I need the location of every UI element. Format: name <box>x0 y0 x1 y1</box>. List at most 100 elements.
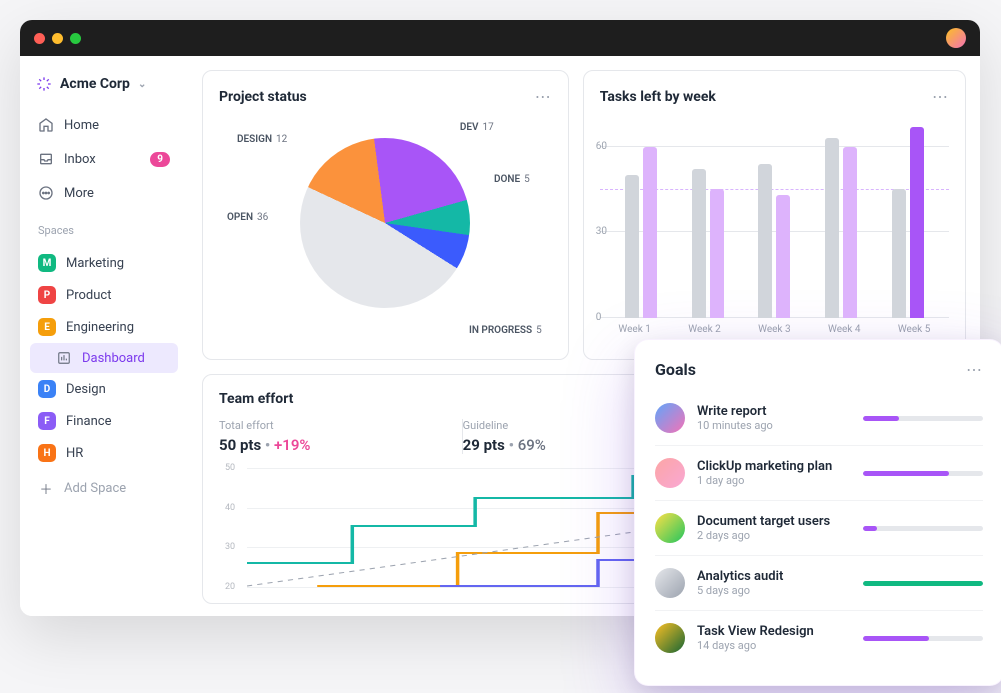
bar <box>843 147 857 318</box>
section-label: Spaces <box>30 212 178 243</box>
card-title: Goals <box>655 360 696 379</box>
sidebar-space-finance[interactable]: F Finance <box>30 405 178 437</box>
goal-meta: 10 minutes ago <box>697 419 851 432</box>
nav-inbox[interactable]: Inbox 9 <box>30 144 178 174</box>
nav-label: Home <box>64 118 99 133</box>
space-icon: M <box>38 254 56 272</box>
space-icon: E <box>38 318 56 336</box>
stat-value: 50 pts • +19% <box>219 436 446 454</box>
project-status-card: Project status ⋯ DESIGN12 DEV17 DONE5 IN… <box>202 70 569 360</box>
space-icon: H <box>38 444 56 462</box>
goal-name: ClickUp marketing plan <box>697 459 851 474</box>
sidebar-space-hr[interactable]: H HR <box>30 437 178 469</box>
space-label: HR <box>66 446 83 461</box>
org-name: Acme Corp <box>60 76 130 92</box>
goal-meta: 2 days ago <box>697 529 851 542</box>
space-icon: F <box>38 412 56 430</box>
avatar <box>655 403 685 433</box>
goal-item[interactable]: Analytics audit5 days ago <box>655 556 983 611</box>
space-label: Design <box>66 382 106 397</box>
goal-meta: 14 days ago <box>697 639 851 652</box>
maximize-dot[interactable] <box>70 33 81 44</box>
home-icon <box>38 117 54 133</box>
chevron-down-icon: ⌄ <box>138 79 146 90</box>
week-label: Week 3 <box>739 324 809 335</box>
progress-bar <box>863 471 983 476</box>
week-label: Week 2 <box>670 324 740 335</box>
space-label: Product <box>66 288 111 303</box>
nav-more[interactable]: More <box>30 178 178 208</box>
goal-name: Write report <box>697 404 851 419</box>
avatar[interactable] <box>946 28 966 48</box>
stat-label: Total effort <box>219 419 446 432</box>
sidebar-space-marketing[interactable]: M Marketing <box>30 247 178 279</box>
bar-group <box>608 118 675 318</box>
avatar <box>655 513 685 543</box>
sidebar-space-product[interactable]: P Product <box>30 279 178 311</box>
sidebar-dashboard[interactable]: Dashboard <box>30 343 178 373</box>
space-label: Finance <box>66 414 111 429</box>
goal-item[interactable]: Document target users2 days ago <box>655 501 983 556</box>
add-space-label: Add Space <box>64 481 126 496</box>
goal-item[interactable]: Write report10 minutes ago <box>655 391 983 446</box>
bar <box>758 164 772 318</box>
bar <box>692 169 706 318</box>
window-controls <box>34 33 81 44</box>
close-dot[interactable] <box>34 33 45 44</box>
bar-group <box>741 118 808 318</box>
goal-item[interactable]: Task View Redesign14 days ago <box>655 611 983 665</box>
pie-chart: DESIGN12 DEV17 DONE5 IN PROGRESS5 OPEN36 <box>219 118 552 338</box>
progress-bar <box>863 581 983 586</box>
bar <box>643 147 657 318</box>
card-menu[interactable]: ⋯ <box>966 360 983 379</box>
sidebar-space-engineering[interactable]: E Engineering <box>30 311 178 343</box>
nav-label: More <box>64 186 94 201</box>
bar-group <box>674 118 741 318</box>
goal-meta: 1 day ago <box>697 474 851 487</box>
week-label: Week 4 <box>809 324 879 335</box>
nav-label: Inbox <box>64 152 96 167</box>
bar-group <box>808 118 875 318</box>
plus-icon: ＋ <box>38 480 54 496</box>
bar <box>625 175 639 318</box>
week-label: Week 1 <box>600 324 670 335</box>
bar-group <box>874 118 941 318</box>
space-icon: D <box>38 380 56 398</box>
dashboard-icon <box>56 350 72 366</box>
sidebar-space-design[interactable]: D Design <box>30 373 178 405</box>
tasks-left-card: Tasks left by week ⋯ 60 30 0 Week 1Week … <box>583 70 966 360</box>
space-label: Marketing <box>66 256 124 271</box>
week-label: Week 5 <box>879 324 949 335</box>
minimize-dot[interactable] <box>52 33 63 44</box>
bar <box>910 127 924 318</box>
avatar <box>655 458 685 488</box>
app-window: Acme Corp ⌄ Home Inbox 9 More Spaces M Ma… <box>20 20 980 616</box>
card-title: Tasks left by week <box>600 89 716 105</box>
space-icon: P <box>38 286 56 304</box>
bar <box>776 195 790 318</box>
bar-chart: 60 30 0 <box>600 118 949 318</box>
card-title: Team effort <box>219 391 293 407</box>
card-menu[interactable]: ⋯ <box>535 87 552 106</box>
org-switcher[interactable]: Acme Corp ⌄ <box>30 70 178 106</box>
goals-card: Goals ⋯ Write report10 minutes agoClickU… <box>634 339 1001 686</box>
goal-name: Task View Redesign <box>697 624 851 639</box>
goal-meta: 5 days ago <box>697 584 851 597</box>
goal-name: Analytics audit <box>697 569 851 584</box>
add-space[interactable]: ＋ Add Space <box>30 473 178 503</box>
card-title: Project status <box>219 89 307 105</box>
progress-bar <box>863 416 983 421</box>
inbox-badge: 9 <box>150 152 170 167</box>
card-menu[interactable]: ⋯ <box>932 87 949 106</box>
avatar <box>655 568 685 598</box>
bar <box>825 138 839 318</box>
space-label: Engineering <box>66 320 134 335</box>
nav-home[interactable]: Home <box>30 110 178 140</box>
dashboard-label: Dashboard <box>82 351 145 366</box>
goal-item[interactable]: ClickUp marketing plan1 day ago <box>655 446 983 501</box>
sidebar: Acme Corp ⌄ Home Inbox 9 More Spaces M Ma… <box>20 56 188 616</box>
titlebar <box>20 20 980 56</box>
progress-bar <box>863 636 983 641</box>
inbox-icon <box>38 151 54 167</box>
progress-bar <box>863 526 983 531</box>
